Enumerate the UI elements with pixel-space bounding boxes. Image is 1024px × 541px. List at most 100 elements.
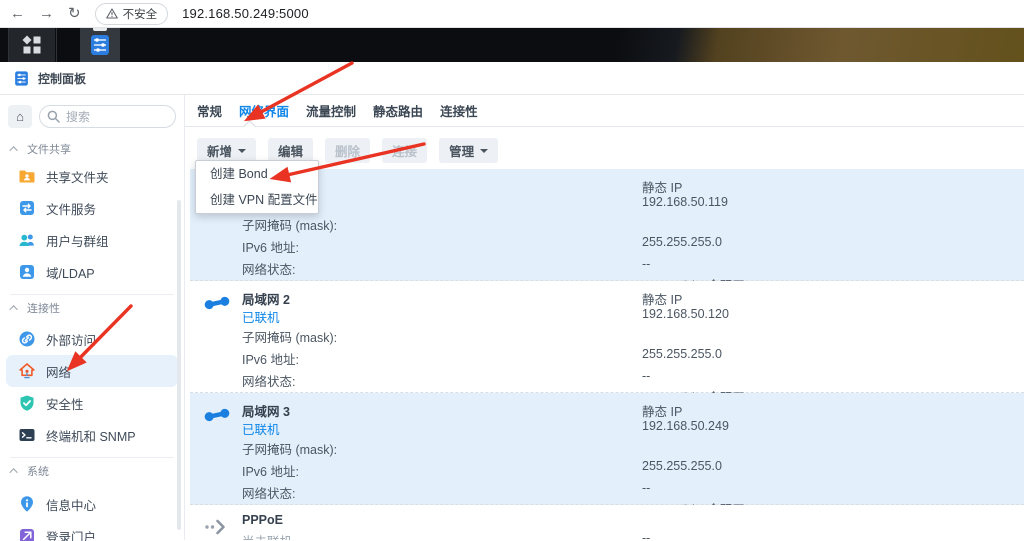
sidebar-item-external-access[interactable]: 外部访问 bbox=[6, 323, 178, 355]
sidebar-item-label: 外部访问 bbox=[46, 330, 96, 349]
net-status-label: 网络状态: bbox=[242, 259, 337, 281]
users-groups-icon bbox=[18, 231, 36, 249]
sidebar-item-file-services[interactable]: 文件服务 bbox=[6, 192, 178, 224]
add-button-label: 新增 bbox=[207, 141, 232, 160]
tab-general[interactable]: 常规 bbox=[197, 101, 222, 120]
caret-down-icon bbox=[238, 149, 246, 153]
taskbar-control-panel-button[interactable] bbox=[80, 28, 120, 62]
browser-back-icon[interactable]: ← bbox=[10, 6, 25, 21]
interface-toolbar: 新增 编辑 删除 连接 管理 bbox=[197, 138, 1024, 163]
field-labels: 子网掩码 (mask): IPv6 地址: 网络状态: bbox=[242, 327, 337, 393]
ip-type-value: 静态 IP bbox=[642, 177, 810, 195]
ipv6-value: -- bbox=[642, 365, 810, 387]
tab-network-interface[interactable]: 网络界面 bbox=[239, 101, 289, 120]
network-icon bbox=[18, 362, 36, 380]
interface-name: PPPoE bbox=[242, 513, 283, 527]
add-dropdown-menu: 创建 Bond 创建 VPN 配置文件 bbox=[195, 160, 319, 214]
address-bar-url[interactable]: 192.168.50.249:5000 bbox=[182, 6, 309, 21]
sidebar-item-shared-folder[interactable]: 共享文件夹 bbox=[6, 160, 178, 192]
interface-status: 尚未联机 bbox=[242, 531, 292, 540]
lan-connection-icon bbox=[202, 405, 232, 425]
net-status-label: 网络状态: bbox=[242, 371, 337, 393]
manage-button[interactable]: 管理 bbox=[439, 138, 498, 163]
desktop-taskbar bbox=[0, 28, 1024, 62]
field-labels: 子网掩码 (mask): IPv6 地址: 网络状态: bbox=[242, 215, 337, 281]
sidebar-item-domain-ldap[interactable]: 域/LDAP bbox=[6, 256, 178, 288]
interface-row-pppoe[interactable]: PPPoE 尚未联机 -- bbox=[190, 505, 1024, 540]
ipv6-label: IPv6 地址: bbox=[242, 349, 337, 371]
sidebar-item-label: 信息中心 bbox=[46, 495, 96, 514]
sidebar-item-network[interactable]: 网络 bbox=[6, 355, 178, 387]
control-panel-icon bbox=[13, 70, 30, 87]
security-label: 不安全 bbox=[123, 6, 158, 22]
sidebar-item-security[interactable]: 安全性 bbox=[6, 387, 178, 419]
field-labels: 子网掩码 (mask): IPv6 地址: 网络状态: bbox=[242, 439, 337, 505]
interface-name: 局域网 2 bbox=[242, 289, 290, 308]
active-app-indicator bbox=[93, 28, 107, 31]
shared-folder-icon bbox=[18, 167, 36, 185]
chevron-up-icon bbox=[9, 305, 17, 313]
external-access-icon bbox=[18, 330, 36, 348]
window-title: 控制面板 bbox=[38, 70, 86, 87]
interface-row-lan3[interactable]: 局域网 3 已联机 子网掩码 (mask): IPv6 地址: 网络状态: 静态… bbox=[190, 393, 1024, 505]
lan-connection-icon bbox=[202, 293, 232, 313]
mask-value: 255.255.255.0 bbox=[642, 343, 810, 365]
home-icon: ⌂ bbox=[16, 109, 24, 124]
ipv6-label: IPv6 地址: bbox=[242, 237, 337, 259]
sidebar-item-terminal-snmp[interactable]: 终端机和 SNMP bbox=[6, 419, 178, 451]
browser-reload-icon[interactable]: ↻ bbox=[68, 6, 81, 21]
file-service-icon bbox=[18, 199, 36, 217]
connect-button: 连接 bbox=[382, 138, 427, 163]
menu-item-create-vpn-profile[interactable]: 创建 VPN 配置文件 bbox=[196, 187, 318, 213]
interface-list: 局域网 1 已联机 子网掩码 (mask): IPv6 地址: 网络状态: 静态… bbox=[190, 169, 1024, 540]
tab-traffic-control[interactable]: 流量控制 bbox=[306, 101, 356, 120]
interface-name: 局域网 3 bbox=[242, 401, 290, 420]
section-label: 系统 bbox=[27, 463, 49, 479]
sidebar-item-label: 共享文件夹 bbox=[46, 167, 109, 186]
delete-button: 删除 bbox=[325, 138, 370, 163]
control-panel-window: 控制面板 ⌂ bbox=[0, 62, 1024, 541]
mask-label: 子网掩码 (mask): bbox=[242, 439, 337, 461]
field-values: 静态 IP 192.168.50.119 255.255.255.0 -- 10… bbox=[642, 177, 810, 297]
sidebar-section-file-sharing[interactable]: 文件共享 bbox=[0, 138, 184, 160]
sidebar-section-system[interactable]: 系统 bbox=[0, 460, 184, 482]
menu-item-create-bond[interactable]: 创建 Bond bbox=[196, 161, 318, 187]
sidebar-section-connectivity[interactable]: 连接性 bbox=[0, 297, 184, 319]
interface-row-lan2[interactable]: 局域网 2 已联机 子网掩码 (mask): IPv6 地址: 网络状态: 静态… bbox=[190, 281, 1024, 393]
sidebar-item-login-portal[interactable]: 登录门户 bbox=[6, 520, 178, 541]
site-security-chip[interactable]: 不安全 bbox=[95, 3, 169, 25]
ip-value: 192.168.50.120 bbox=[642, 307, 810, 327]
chevron-up-icon bbox=[9, 146, 17, 154]
browser-forward-icon[interactable]: → bbox=[39, 6, 54, 21]
home-button[interactable]: ⌂ bbox=[8, 105, 32, 128]
taskbar-divider bbox=[56, 28, 57, 62]
sidebar-item-info-center[interactable]: 信息中心 bbox=[6, 488, 178, 520]
apps-grid-icon bbox=[21, 34, 43, 56]
manage-button-label: 管理 bbox=[449, 141, 474, 160]
ipv6-value: -- bbox=[642, 477, 810, 499]
interface-status-link[interactable]: 已联机 bbox=[242, 419, 280, 438]
ip-value: 192.168.50.249 bbox=[642, 419, 810, 439]
sidebar-scrollbar[interactable] bbox=[177, 200, 181, 530]
ip-value: -- bbox=[642, 531, 650, 540]
main-menu-button[interactable] bbox=[9, 28, 55, 62]
sidebar-item-users-groups[interactable]: 用户与群组 bbox=[6, 224, 178, 256]
tab-static-route[interactable]: 静态路由 bbox=[373, 101, 423, 120]
edit-button-label: 编辑 bbox=[278, 141, 303, 160]
mask-value: 255.255.255.0 bbox=[642, 231, 810, 253]
security-icon bbox=[18, 394, 36, 412]
ipv6-value: -- bbox=[642, 253, 810, 275]
chevron-up-icon bbox=[9, 468, 17, 476]
warning-icon bbox=[106, 8, 118, 19]
info-center-icon bbox=[18, 495, 36, 513]
login-portal-icon bbox=[18, 527, 36, 541]
sidebar-item-label: 终端机和 SNMP bbox=[46, 426, 136, 445]
interface-status-link[interactable]: 已联机 bbox=[242, 307, 280, 326]
sidebar-divider bbox=[10, 457, 174, 458]
ip-type-value: 静态 IP bbox=[642, 289, 810, 307]
tab-connectivity[interactable]: 连接性 bbox=[440, 101, 478, 120]
mask-value: 255.255.255.0 bbox=[642, 455, 810, 477]
field-values: -- bbox=[642, 513, 650, 540]
terminal-snmp-icon bbox=[18, 426, 36, 444]
sidebar-item-label: 安全性 bbox=[46, 394, 84, 413]
